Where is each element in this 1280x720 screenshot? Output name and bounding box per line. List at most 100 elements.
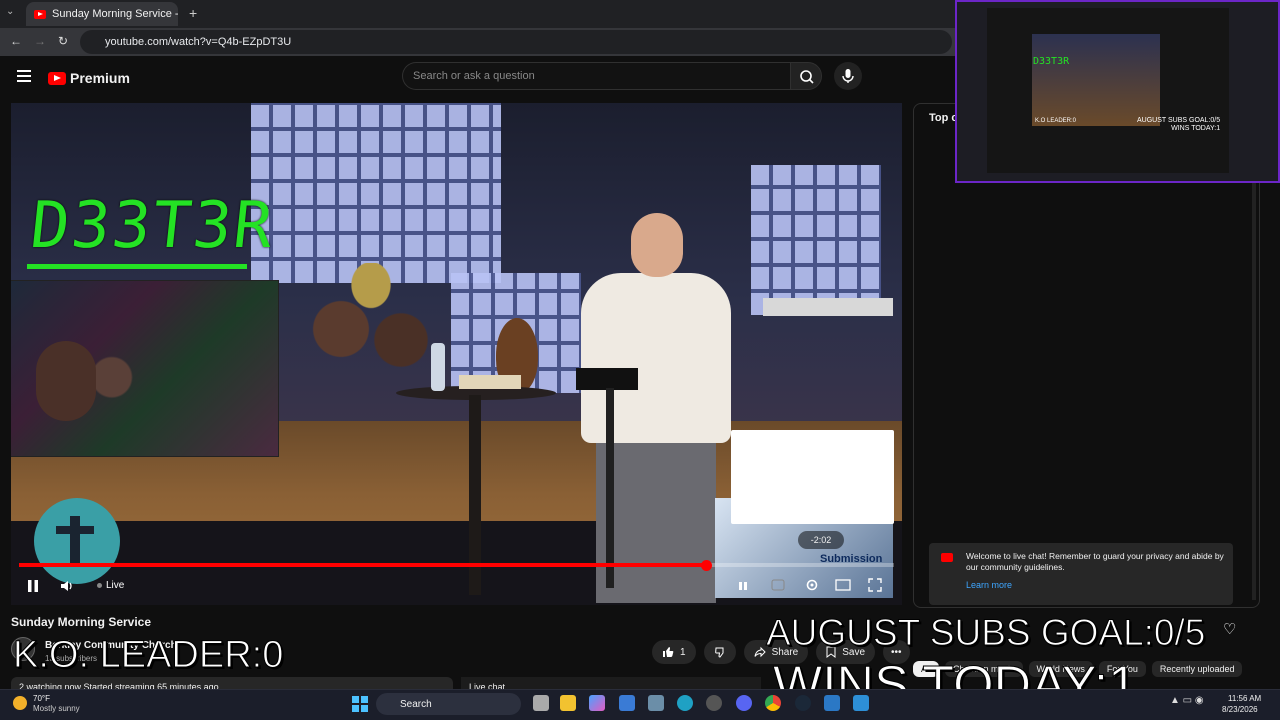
speaker-head [631, 213, 683, 277]
ko-leader-overlay: K.O. LEADER:0 [12, 634, 284, 677]
chip-recently-uploaded[interactable]: Recently uploaded [1151, 661, 1243, 677]
windows-taskbar [0, 689, 1280, 720]
miniplayer-pause-button[interactable] [738, 580, 748, 594]
like-button[interactable]: 1 [652, 640, 696, 664]
volume-button[interactable] [59, 578, 75, 597]
fullscreen-button[interactable] [868, 578, 882, 595]
edge-icon[interactable] [677, 695, 693, 711]
app-icon[interactable] [706, 695, 722, 711]
app-icon-3[interactable] [853, 695, 869, 711]
clock-date[interactable]: 8/23/2026 [1222, 705, 1258, 714]
music-stand [576, 368, 638, 390]
calculator-icon[interactable] [648, 695, 664, 711]
chrome-icon[interactable] [765, 695, 781, 711]
reload-icon[interactable]: ↻ [58, 34, 68, 48]
logo-text: Premium [70, 70, 130, 86]
dislike-button[interactable] [703, 640, 736, 664]
weather-sun-icon[interactable] [13, 696, 27, 710]
taskbar-search[interactable]: Search [376, 693, 521, 715]
gear-icon [806, 579, 818, 591]
captions-icon [771, 579, 785, 591]
youtube-icon [941, 553, 953, 562]
live-dot-icon [97, 582, 102, 588]
webcam-overlay [11, 280, 279, 457]
weather-temperature[interactable]: 70°F [33, 694, 50, 703]
video-player[interactable]: D33T3R -2:02 Submission Live [11, 103, 902, 605]
church-logo-icon [34, 498, 120, 584]
chat-header[interactable]: Top c [929, 112, 958, 124]
streamer-name-underline [27, 264, 247, 269]
browser-tab[interactable]: Sunday Morning Service - Y ✕ [26, 2, 178, 26]
captions-button[interactable] [771, 579, 785, 594]
app-icon-2[interactable] [824, 695, 840, 711]
copilot-icon[interactable] [589, 695, 605, 711]
stage-window [251, 103, 501, 283]
menu-icon[interactable] [17, 70, 31, 82]
task-view-icon[interactable] [533, 695, 549, 711]
clock-time[interactable]: 11:56 AM [1228, 694, 1261, 703]
drum-kit [296, 263, 446, 373]
search-input[interactable]: Search or ask a question [402, 62, 790, 90]
countdown-badge: -2:02 [798, 531, 844, 549]
preview-ko-leader: K.O LEADER:0 [1035, 118, 1077, 124]
video-title: Sunday Morning Service [11, 615, 152, 629]
subs-goal-overlay: AUGUST SUBS GOAL:0/5 [765, 612, 1206, 654]
address-bar[interactable]: youtube.com/watch?v=Q4b-EZpDT3U [80, 30, 952, 54]
search-placeholder: Search or ask a question [413, 70, 535, 82]
live-indicator[interactable]: Live [97, 580, 124, 591]
pause-button[interactable] [27, 579, 39, 596]
store-icon[interactable] [619, 695, 635, 711]
preview-goal-text: AUGUST SUBS GOAL:0/5 WINS TODAY:1 [1137, 117, 1220, 133]
heart-icon[interactable]: ♡ [1223, 620, 1236, 638]
pause-icon [739, 582, 747, 590]
system-tray-icons[interactable]: ▲ ▭ ◉ [1170, 695, 1220, 711]
progress-fill [19, 563, 706, 567]
taskbar-search-label: Search [400, 698, 432, 710]
speaker-body [581, 273, 731, 443]
youtube-logo-icon [48, 71, 66, 85]
preview-wins: WINS TODAY:1 [1171, 125, 1221, 132]
tab-title: Sunday Morning Service - Y [52, 8, 178, 20]
blank-overlay-box [731, 430, 894, 524]
discord-icon[interactable] [736, 695, 752, 711]
live-label: Live [106, 580, 125, 591]
like-count: 1 [680, 646, 686, 658]
search-button[interactable] [790, 62, 822, 90]
voice-search-button[interactable] [834, 62, 862, 90]
share-icon [754, 646, 766, 658]
thumbs-up-icon [663, 647, 674, 657]
file-explorer-icon[interactable] [560, 695, 576, 711]
settings-button[interactable] [805, 578, 819, 595]
forward-icon[interactable]: → [34, 34, 46, 48]
preview-video [1032, 34, 1160, 126]
tab-list-dropdown[interactable]: ⌄ [6, 6, 20, 20]
welcome-text: Welcome to live chat! Remember to guard … [966, 551, 1224, 572]
url-text: youtube.com/watch?v=Q4b-EZpDT3U [105, 36, 292, 48]
water-bottle [431, 343, 445, 391]
stage-window [751, 165, 881, 315]
keyboard-instrument [763, 298, 893, 316]
learn-more-link[interactable]: Learn more [966, 580, 1012, 590]
open-book [459, 375, 521, 389]
volume-icon [61, 581, 72, 591]
steam-icon[interactable] [795, 695, 811, 711]
windows-start-icon[interactable] [352, 696, 368, 712]
player-controls: Live [11, 573, 902, 605]
chat-scrollbar[interactable] [1252, 180, 1256, 600]
weather-description[interactable]: Mostly sunny [33, 704, 80, 713]
youtube-premium-logo[interactable]: Premium [48, 70, 130, 86]
new-tab-button[interactable]: + [189, 5, 197, 21]
progress-scrubber[interactable] [700, 560, 712, 571]
preview-streamer-name: D33T3R [1033, 56, 1070, 67]
theater-mode-button[interactable] [835, 579, 851, 594]
microphone-icon [842, 69, 854, 83]
thumbs-down-icon [714, 647, 724, 658]
fullscreen-icon [868, 578, 882, 592]
webcam-person [36, 341, 96, 421]
chat-welcome-message: Welcome to live chat! Remember to guard … [929, 543, 1233, 605]
search-icon [800, 70, 814, 84]
pause-icon [28, 580, 38, 592]
streamer-name-overlay: D33T3R [27, 189, 279, 263]
back-icon[interactable]: ← [10, 34, 22, 48]
preview-subs-goal: AUGUST SUBS GOAL:0/5 [1137, 117, 1221, 124]
